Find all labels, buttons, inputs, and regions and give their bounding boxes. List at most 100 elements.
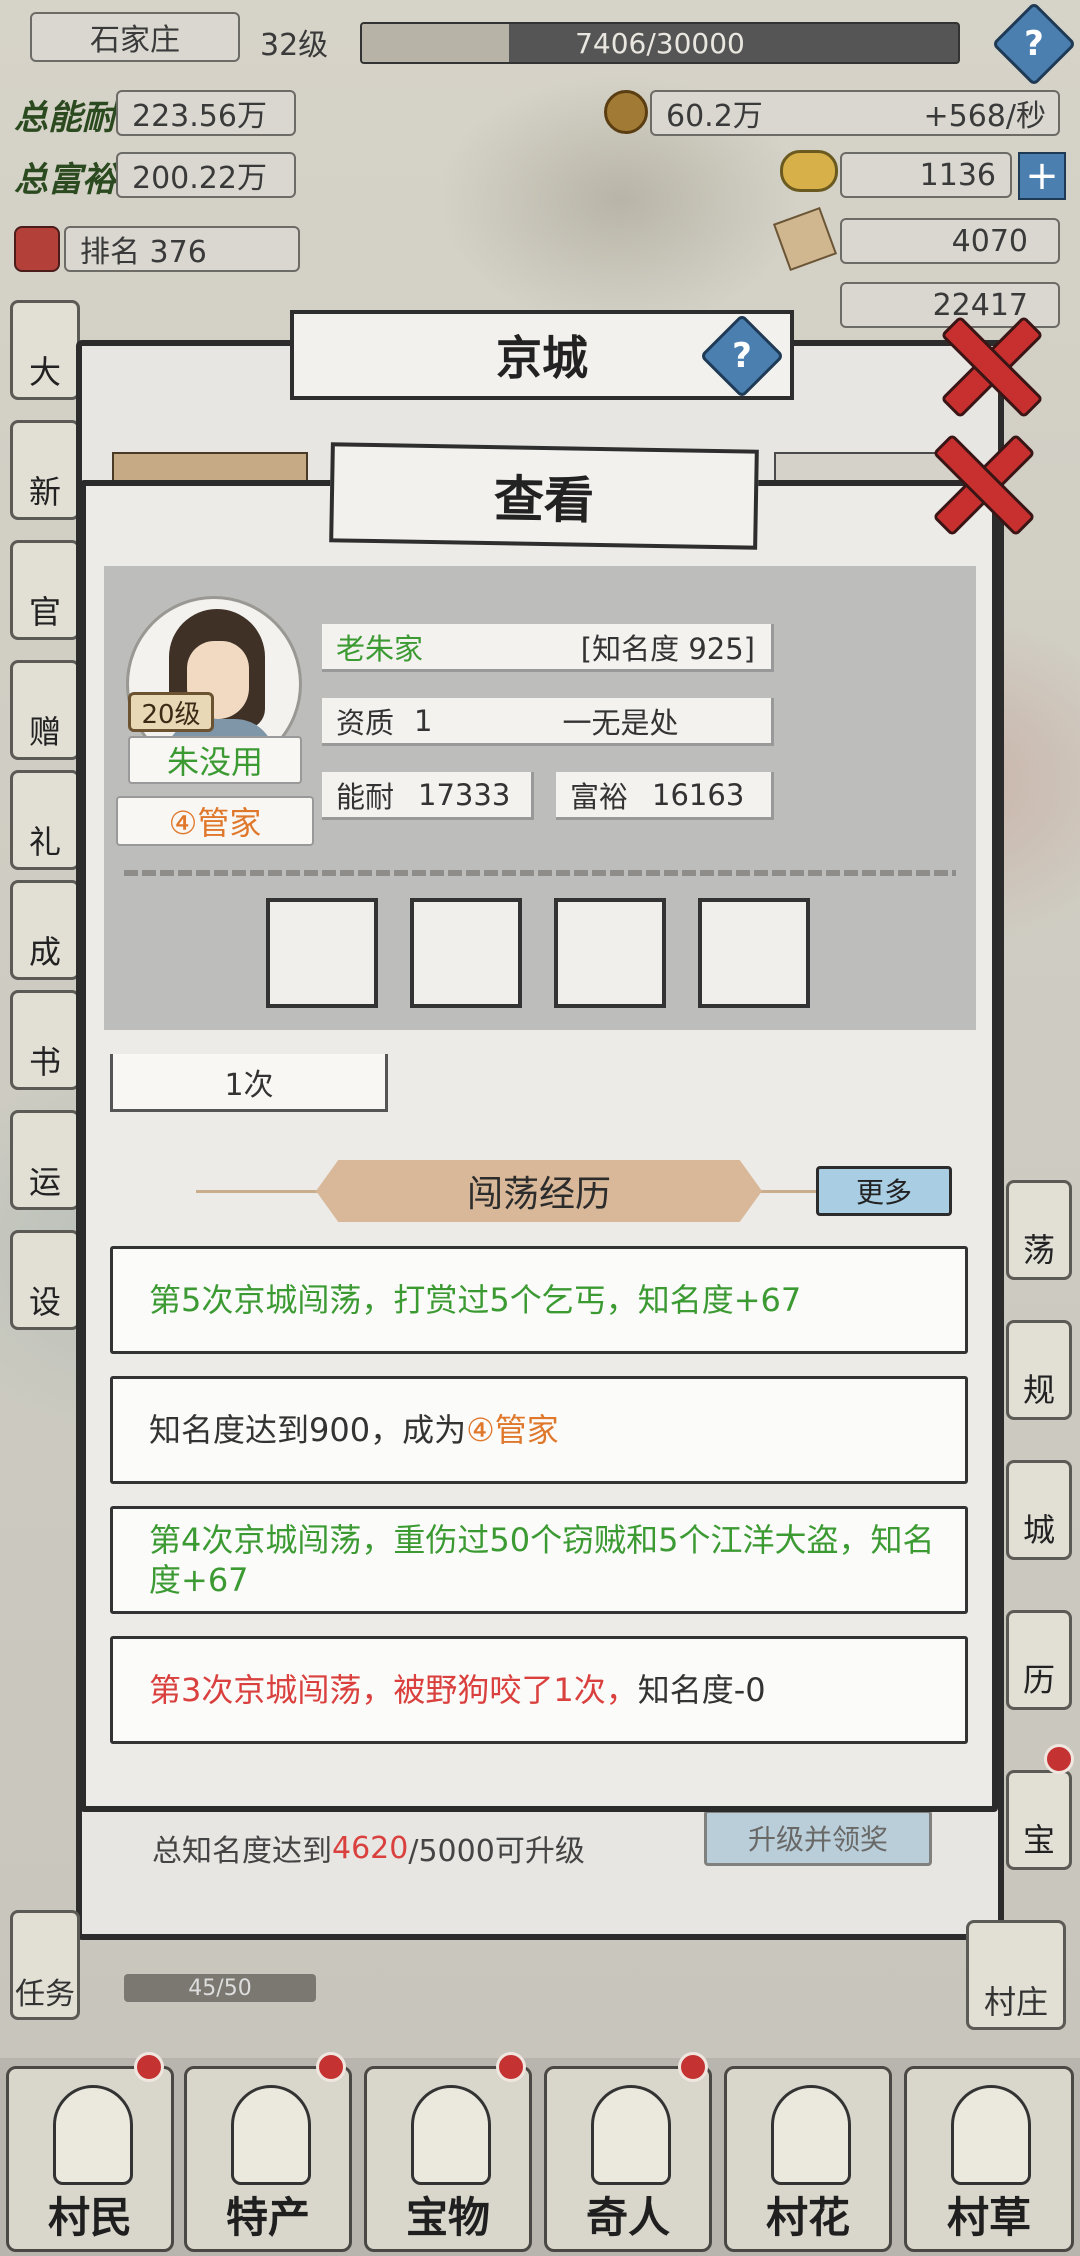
- quest-tab[interactable]: 任务: [10, 1910, 80, 2020]
- stranger-alert-dot: [678, 2052, 708, 2082]
- character-level-badge: 20级: [128, 692, 214, 732]
- nav-label: 村花: [765, 2193, 850, 2242]
- right-tab-2[interactable]: 规: [1006, 1320, 1072, 1420]
- right-tab-3[interactable]: 城: [1006, 1460, 1072, 1560]
- nav-villagers[interactable]: 村民: [6, 2066, 174, 2252]
- experience-rank-title: ④管家: [466, 1411, 559, 1449]
- treasure-icon: [411, 2085, 491, 2185]
- nav-label: 特产: [225, 2193, 310, 2242]
- banner-line-left: [196, 1190, 326, 1193]
- experience-text-main: 第3次京城闯荡，被野狗咬了1次，: [149, 1671, 638, 1709]
- coin-rate: +568/秒: [923, 99, 1046, 134]
- left-tab-5[interactable]: 礼: [10, 770, 80, 870]
- add-gold-button[interactable]: +: [1018, 152, 1066, 200]
- upgrade-claim-button[interactable]: 升级并领奖: [704, 1810, 932, 1866]
- villager-alert-dot: [134, 2052, 164, 2082]
- aptitude-row: 资质 1 一无是处: [322, 698, 774, 746]
- wealth-label: 富裕: [570, 779, 629, 814]
- character-name: 朱没用: [128, 736, 302, 784]
- gold-ingot-icon: [780, 150, 838, 192]
- city-name[interactable]: 石家庄: [30, 12, 240, 62]
- specialty-icon: [231, 2085, 311, 2185]
- gold-value: 1136: [840, 152, 1012, 198]
- left-tab-7[interactable]: 书: [10, 990, 80, 1090]
- left-tab-2[interactable]: 新: [10, 420, 80, 520]
- notification-dot: [1044, 1744, 1074, 1774]
- experience-text: 第5次京城闯荡，打赏过5个乞丐，知名度+67: [149, 1281, 802, 1319]
- family-name: 老朱家: [336, 631, 424, 666]
- equipment-slot-1[interactable]: [266, 898, 378, 1008]
- right-tab-1[interactable]: 荡: [1006, 1180, 1072, 1280]
- total-ability-label: 总能耐: [14, 98, 116, 138]
- ticket-value: 4070: [840, 218, 1060, 264]
- adventure-history-heading: 闯荡经历: [316, 1160, 762, 1222]
- nav-strangers[interactable]: 奇人: [544, 2066, 712, 2252]
- player-level: 32级: [260, 28, 329, 63]
- xp-bar: 7406/30000: [360, 22, 960, 64]
- stranger-icon: [591, 2085, 671, 2185]
- fame-value: [知名度 925]: [580, 631, 755, 666]
- upgrade-suffix: /5000可升级: [408, 1834, 585, 1869]
- specialty-alert-dot: [316, 2052, 346, 2082]
- coin-balance: 60.2万 +568/秒: [650, 90, 1060, 136]
- right-tab-4[interactable]: 历: [1006, 1610, 1072, 1710]
- family-row: 老朱家 [知名度 925]: [322, 624, 774, 672]
- nav-label: 村民: [47, 2193, 132, 2242]
- left-tab-8[interactable]: 运: [10, 1110, 80, 1210]
- equipment-slot-4[interactable]: [698, 898, 810, 1008]
- village-heartthrob-icon: [951, 2085, 1031, 2185]
- profile-divider: [124, 870, 956, 876]
- experience-entry-1: 第5次京城闯荡，打赏过5个乞丐，知名度+67: [110, 1246, 968, 1354]
- ability-value: 17333: [418, 777, 511, 812]
- adventure-count: 1次: [110, 1054, 388, 1112]
- treasure-alert-dot: [496, 2052, 526, 2082]
- nav-specialties[interactable]: 特产: [184, 2066, 352, 2252]
- wealth-row: 富裕 16163: [556, 772, 774, 820]
- aptitude-label: 资质: [336, 705, 395, 740]
- view-dialog-title: 查看: [329, 442, 759, 550]
- right-tab-5[interactable]: 宝: [1006, 1770, 1072, 1870]
- quest-progress: 45/50: [124, 1974, 316, 2002]
- rank-value[interactable]: 排名 376: [64, 226, 300, 272]
- village-belle-icon: [771, 2085, 851, 2185]
- nav-label: 奇人: [585, 2193, 670, 2242]
- ability-row: 能耐 17333: [322, 772, 534, 820]
- equipment-slot-2[interactable]: [410, 898, 522, 1008]
- character-rank-title: ④管家: [116, 796, 314, 846]
- left-tab-6[interactable]: 成: [10, 880, 80, 980]
- village-tab[interactable]: 村庄: [966, 1920, 1066, 2030]
- total-wealth-value: 200.22万: [116, 152, 296, 198]
- nav-village-belles[interactable]: 村花: [724, 2066, 892, 2252]
- equipment-slot-3[interactable]: [554, 898, 666, 1008]
- aptitude-desc: 一无是处: [562, 705, 679, 740]
- left-tab-9[interactable]: 设: [10, 1230, 80, 1330]
- experience-text: 知名度达到900，成为④管家: [149, 1410, 965, 1450]
- ability-label: 能耐: [336, 779, 395, 814]
- nav-treasures[interactable]: 宝物: [364, 2066, 532, 2252]
- experience-text: 第3次京城闯荡，被野狗咬了1次，知名度-0: [149, 1670, 965, 1710]
- total-ability-value: 223.56万: [116, 90, 296, 136]
- coin-icon: [604, 90, 648, 134]
- experience-text-main: 知名度达到900，成为: [149, 1411, 467, 1449]
- close-view-dialog-icon[interactable]: [928, 432, 1028, 532]
- left-tab-4[interactable]: 赠: [10, 660, 80, 760]
- nav-label: 村草: [946, 2193, 1031, 2242]
- close-city-dialog-icon[interactable]: [936, 314, 1036, 414]
- experience-entry-4: 第3次京城闯荡，被野狗咬了1次，知名度-0: [110, 1636, 968, 1744]
- experience-entry-2: 知名度达到900，成为④管家: [110, 1376, 968, 1484]
- total-wealth-label: 总富裕: [14, 160, 116, 200]
- experience-fame-change: 知名度-0: [637, 1671, 766, 1709]
- more-button[interactable]: 更多: [816, 1166, 952, 1216]
- nav-label: 宝物: [405, 2193, 490, 2242]
- left-tab-1[interactable]: 大: [10, 300, 80, 400]
- upgrade-prefix: 总知名度达到: [152, 1834, 332, 1869]
- nav-village-heartthrobs[interactable]: 村草: [904, 2066, 1074, 2252]
- rank-icon: [14, 226, 60, 272]
- xp-text: 7406/30000: [575, 26, 745, 60]
- banner-line-right: [752, 1190, 822, 1193]
- villager-icon: [53, 2085, 133, 2185]
- upgrade-current: 4620: [332, 1830, 409, 1866]
- experience-text: 第4次京城闯荡，重伤过50个窃贼和5个江洋大盗，知名度+67: [149, 1521, 935, 1599]
- left-tab-3[interactable]: 官: [10, 540, 80, 640]
- coin-value: 60.2万: [666, 99, 763, 134]
